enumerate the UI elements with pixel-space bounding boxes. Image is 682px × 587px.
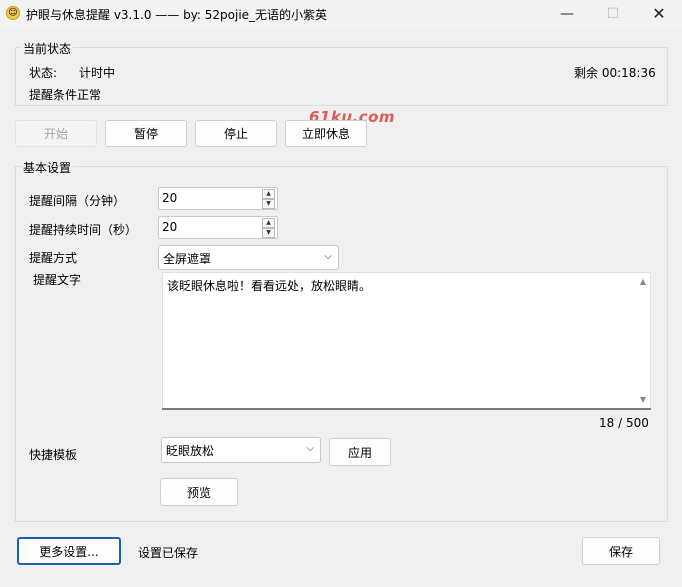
duration-label: 提醒持续时间（秒） [29,223,138,237]
interval-stepper[interactable]: 20 ▲ ▼ [158,187,278,210]
interval-down-icon[interactable]: ▼ [262,199,275,209]
pause-button[interactable]: 暂停 [105,120,187,147]
state-value: 计时中 [79,66,116,80]
smiley-icon: ☺ [6,6,20,20]
condition-status: 提醒条件正常 [29,88,102,102]
template-value: 眨眼放松 [166,444,215,458]
interval-label: 提醒间隔（分钟） [29,194,126,208]
text-area-underline [162,408,651,410]
stop-button[interactable]: 停止 [195,120,277,147]
reminder-text: 该眨眼休息啦！看看远处，放松眼睛。 [167,279,372,293]
mode-value: 全屏遮罩 [163,252,212,266]
save-button[interactable]: 保存 [582,537,660,565]
apply-button[interactable]: 应用 [329,438,391,466]
rest-now-button[interactable]: 立即休息 [285,120,367,147]
duration-down-icon[interactable]: ▼ [262,228,275,238]
saved-status: 设置已保存 [138,546,199,560]
preview-button[interactable]: 预览 [160,478,238,506]
chevron-down-icon: ⌵ [306,443,314,454]
text-label: 提醒文字 [33,273,82,287]
maximize-button[interactable]: ☐ [590,0,636,28]
duration-stepper[interactable]: 20 ▲ ▼ [158,216,278,239]
state-label: 状态: [29,66,58,80]
mode-label: 提醒方式 [29,251,78,265]
interval-value: 20 [162,191,178,205]
char-count: 18 / 500 [599,416,649,430]
more-settings-button[interactable]: 更多设置... [17,537,121,565]
template-select[interactable]: 眨眼放松 ⌵ [161,437,321,463]
duration-up-icon[interactable]: ▲ [262,218,275,228]
chevron-down-icon: ⌵ [324,251,332,262]
duration-value: 20 [162,220,178,234]
template-label: 快捷模板 [29,448,78,462]
status-group-title: 当前状态 [21,40,74,57]
interval-up-icon[interactable]: ▲ [262,189,275,199]
start-button[interactable]: 开始 [15,120,97,147]
window-title: 护眼与休息提醒 v3.1.0 —— by: 52pojie_无语的小紫英 [26,8,328,22]
close-button[interactable]: ✕ [636,0,682,28]
mode-select[interactable]: 全屏遮罩 ⌵ [158,245,339,270]
settings-group-title: 基本设置 [21,159,74,176]
scroll-down-icon[interactable]: ▼ [638,395,648,404]
remaining-time: 剩余 00:18:36 [574,66,656,80]
scroll-up-icon[interactable]: ▲ [638,277,648,286]
minimize-button[interactable]: — [544,0,590,28]
reminder-text-area[interactable]: 该眨眼休息啦！看看远处，放松眼睛。 ▲ ▼ [162,272,651,409]
